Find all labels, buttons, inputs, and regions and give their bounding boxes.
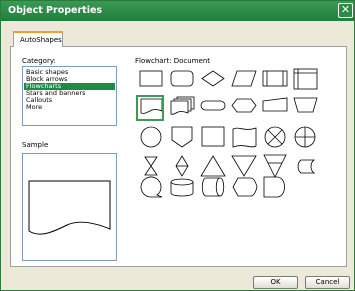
shape-summing-junction[interactable] — [264, 126, 286, 148]
shape-document-selection[interactable] — [136, 95, 164, 121]
shape-direct-access-storage[interactable] — [201, 177, 225, 197]
close-icon: ✕ — [340, 3, 351, 16]
shape-magnetic-disk[interactable] — [170, 178, 194, 197]
shape-punched-tape[interactable] — [232, 127, 257, 148]
shape-sequential-access-storage[interactable] — [140, 176, 163, 198]
ok-button[interactable]: OK — [253, 276, 298, 289]
shape-manual-operation[interactable] — [293, 97, 318, 113]
close-button[interactable]: ✕ — [338, 3, 353, 18]
shape-predefined-process[interactable] — [262, 70, 288, 87]
shape-process[interactable] — [139, 70, 163, 87]
cancel-button[interactable]: Cancel — [305, 276, 350, 289]
tab-autoshapes[interactable]: AutoShapes — [13, 31, 63, 47]
shape-manual-input[interactable] — [262, 97, 288, 112]
shape-card[interactable] — [201, 126, 225, 147]
autoshapes-panel: Category: Basic shapes Block arrows Flow… — [10, 46, 347, 267]
shape-delay[interactable] — [263, 176, 285, 198]
shape-extract[interactable] — [200, 155, 226, 177]
shape-data[interactable] — [231, 70, 257, 87]
shape-connector[interactable] — [140, 126, 162, 148]
dialog-title: Object Properties — [8, 5, 103, 16]
shape-preparation[interactable] — [231, 98, 257, 113]
shape-decision[interactable] — [201, 70, 225, 87]
shape-multidocument[interactable] — [170, 96, 195, 115]
shape-sort[interactable] — [175, 155, 189, 177]
shape-merge[interactable] — [231, 155, 257, 177]
shape-internal-storage[interactable] — [293, 68, 318, 90]
shape-display[interactable] — [232, 177, 258, 197]
shape-terminator[interactable] — [200, 100, 226, 111]
tab-label: AutoShapes — [20, 36, 62, 44]
object-properties-dialog: Object Properties ✕ AutoShapes Category:… — [0, 0, 355, 291]
title-bar[interactable]: Object Properties ✕ — [1, 1, 354, 21]
shape-stored-data-triangle[interactable] — [263, 154, 287, 178]
shape-alternate-process[interactable] — [170, 70, 194, 87]
shape-or[interactable] — [294, 126, 316, 148]
shape-stored-data[interactable] — [297, 159, 316, 174]
shape-collate[interactable] — [144, 156, 158, 176]
shape-off-page-connector[interactable] — [171, 126, 193, 148]
shapes-grid — [11, 47, 346, 266]
